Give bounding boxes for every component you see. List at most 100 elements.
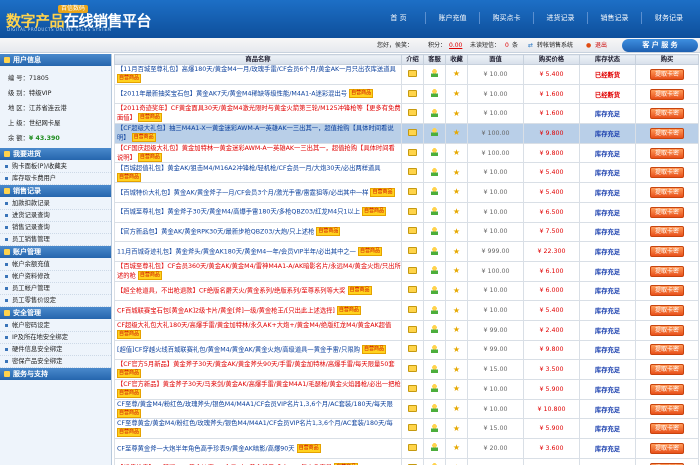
intro-icon[interactable] [408, 384, 417, 392]
service-user-icon[interactable] [431, 344, 438, 353]
service-user-icon[interactable] [431, 128, 438, 137]
service-user-icon[interactable] [431, 148, 438, 157]
intro-icon[interactable] [408, 365, 417, 373]
favorite-star-icon[interactable]: ★ [453, 90, 461, 98]
favorite-star-icon[interactable]: ★ [453, 247, 461, 256]
points-value[interactable]: 0.00 [449, 38, 462, 53]
service-user-icon[interactable] [431, 108, 438, 117]
favorite-star-icon[interactable]: ★ [453, 385, 461, 393]
extract-card-button[interactable]: 提取卡密 [650, 127, 684, 139]
product-name[interactable]: CF至尊黄金/黄金M4/粉红色/玫瑰斧头/银色M4/M4A1/CF会员VIP名片… [117, 420, 393, 427]
product-name[interactable]: 【百城超值礼包】黄金AK/狙击M4/M16A2冲锋枪/轻机枪/CF会员一月/大炮… [117, 165, 381, 172]
sidebar-item-edit-profile[interactable]: 帐户资料修改 [0, 271, 111, 283]
favorite-star-icon[interactable]: ★ [453, 208, 461, 216]
nav-buy-card[interactable]: 购买点卡 [480, 12, 534, 24]
customer-service-button[interactable]: 客 户 服 务 [622, 39, 698, 52]
service-user-icon[interactable] [431, 384, 438, 393]
product-name[interactable]: CF至尊黄金斧一大炮半年角色高手珍表9/黄金AK暗影/高爆90天 [117, 445, 295, 452]
extract-card-button[interactable]: 提取卡密 [650, 206, 684, 218]
service-user-icon[interactable] [431, 187, 438, 196]
sidebar-item-token-binding[interactable]: 密保产品安全绑定 [0, 356, 111, 368]
extract-card-button[interactable]: 提取卡密 [650, 285, 684, 297]
service-user-icon[interactable] [431, 89, 438, 98]
service-user-icon[interactable] [431, 305, 438, 314]
service-user-icon[interactable] [431, 325, 438, 334]
section-purchase[interactable]: 我要进货 [0, 148, 111, 160]
extract-card-button[interactable]: 提取卡密 [650, 147, 684, 159]
sidebar-item-purchase-query[interactable]: 进货记录查询 [0, 210, 111, 222]
exit-link[interactable]: 退出 [595, 38, 607, 53]
site-logo[interactable]: 数字产品在线销售平台 百信数码 DIGITAL PRODUCTS ONLINE … [6, 5, 166, 33]
service-user-icon[interactable] [431, 167, 438, 176]
service-user-icon[interactable] [431, 69, 438, 78]
transfer-link[interactable]: 转帐销售系统 [537, 38, 573, 53]
nav-recharge[interactable]: 账户充值 [426, 12, 480, 24]
intro-icon[interactable] [408, 69, 417, 77]
extract-card-button[interactable]: 提取卡密 [650, 442, 684, 454]
favorite-star-icon[interactable]: ★ [453, 345, 461, 354]
product-name[interactable]: 【11月百城至尊礼包】高爆180天/黄金M4一月/玫瑰手雷/CF会员6个月/黄金… [117, 66, 396, 73]
service-user-icon[interactable] [431, 246, 438, 255]
extract-card-button[interactable]: 提取卡密 [650, 88, 684, 100]
product-name[interactable]: 【超全枪道具，不出枪退款】CF绝版名爵天火/黄金系列/绝版系列/至尊系列等大奖 [117, 288, 345, 295]
extract-card-button[interactable]: 提取卡密 [650, 68, 684, 80]
sidebar-item-stock-users[interactable]: 库存取卡费用户 [0, 173, 111, 185]
product-name[interactable]: 【CF官方5月新品】黄金斧子30天/黄金AK/黄金斧头90天/手雷/黄金加特林/… [117, 361, 395, 368]
nav-finance-records[interactable]: 财务记录 [642, 12, 696, 24]
extract-card-button[interactable]: 提取卡密 [650, 167, 684, 179]
favorite-star-icon[interactable]: ★ [453, 109, 461, 118]
service-user-icon[interactable] [431, 226, 438, 235]
intro-icon[interactable] [408, 109, 417, 117]
service-user-icon[interactable] [431, 404, 438, 413]
product-name[interactable]: 【官方新品包】黄金AK/黄金RPK30天/最新步枪QBZ03/大炮/只上述枪 [117, 229, 314, 236]
intro-icon[interactable] [408, 227, 417, 235]
favorite-star-icon[interactable]: ★ [453, 444, 461, 452]
intro-icon[interactable] [408, 443, 417, 451]
extract-card-button[interactable]: 提取卡密 [650, 246, 684, 258]
favorite-star-icon[interactable]: ★ [453, 286, 461, 295]
product-name[interactable]: 【CF官方新品】黄金斧子30天/马来剑/黄金AK/高爆手雷/黄金M4A1/毛瑟枪… [117, 381, 401, 388]
extract-card-button[interactable]: 提取卡密 [650, 265, 684, 277]
sidebar-item-card-panel[interactable]: 购卡面板(P)/收藏夹 [0, 161, 111, 173]
service-user-icon[interactable] [431, 285, 438, 294]
favorite-star-icon[interactable]: ★ [453, 405, 461, 413]
nav-sales-records[interactable]: 销售记录 [588, 12, 642, 24]
product-name[interactable]: 【百城特价大礼包】黄金AK/黄金斧子一月/CF会员3个月/激光手雷/雷霆狙等/必… [117, 189, 368, 196]
section-sales[interactable]: 销售记录 [0, 185, 111, 197]
product-name[interactable]: CF百城联赛宝石包[黄金AK]2级卡片/黄金[斧]一级/黄金枪王/[只出此上述选… [117, 307, 335, 314]
favorite-star-icon[interactable]: ★ [453, 168, 461, 177]
intro-icon[interactable] [408, 207, 417, 215]
product-name[interactable]: 11月百城奇迹礼包】黄金斧头/黄金AK180天/黄金M4一年/会员VIP半年/必… [117, 248, 356, 255]
sidebar-item-add-deduct[interactable]: 加款扣款记录 [0, 198, 111, 210]
nav-home[interactable]: 首 页 [372, 12, 426, 24]
extract-card-button[interactable]: 提取卡密 [650, 226, 684, 238]
intro-icon[interactable] [408, 286, 417, 294]
service-user-icon[interactable] [431, 423, 438, 432]
product-name[interactable]: 【CF超级大礼包】抽三M4A1-X一黄金迷彩AWM-A一英雄AK一三出其一，超值… [117, 125, 394, 142]
extract-card-button[interactable]: 提取卡密 [650, 344, 684, 356]
favorite-star-icon[interactable]: ★ [453, 306, 461, 315]
extract-card-button[interactable]: 提取卡密 [650, 324, 684, 336]
favorite-star-icon[interactable]: ★ [453, 326, 461, 334]
intro-icon[interactable] [408, 424, 417, 432]
service-user-icon[interactable] [431, 443, 438, 452]
intro-icon[interactable] [408, 168, 417, 176]
sidebar-item-sales-query[interactable]: 销售记录查询 [0, 222, 111, 234]
product-name[interactable]: [超值]CF穿越火线百城联赛礼包/黄金M4/黄金AK/黄金火炮/高级道具一黄金手… [117, 347, 360, 354]
sidebar-item-staff-sales[interactable]: 员工销售管理 [0, 234, 111, 246]
section-security[interactable]: 安全管理 [0, 307, 111, 319]
extract-card-button[interactable]: 提取卡密 [650, 186, 684, 198]
sidebar-item-ip-binding[interactable]: IP及所在地安全绑定 [0, 332, 111, 344]
extract-card-button[interactable]: 提取卡密 [650, 383, 684, 395]
intro-icon[interactable] [408, 306, 417, 314]
section-support[interactable]: 服务与支持 [0, 368, 111, 380]
extract-card-button[interactable]: 提取卡密 [650, 423, 684, 435]
intro-icon[interactable] [408, 128, 417, 136]
sidebar-item-retail-price[interactable]: 员工零售价设定 [0, 295, 111, 307]
nav-purchase-records[interactable]: 进货记录 [534, 12, 588, 24]
extract-card-button[interactable]: 提取卡密 [650, 305, 684, 317]
intro-icon[interactable] [408, 404, 417, 412]
service-user-icon[interactable] [431, 364, 438, 373]
service-user-icon[interactable] [431, 266, 438, 275]
intro-icon[interactable] [408, 266, 417, 274]
